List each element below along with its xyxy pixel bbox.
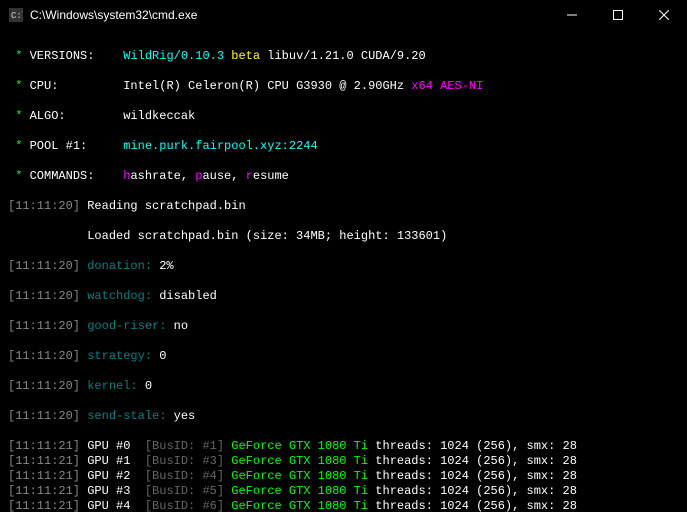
- window-title: C:\Windows\system32\cmd.exe: [30, 8, 549, 22]
- pool-label: POOL #1:: [30, 139, 88, 153]
- algo-label: ALGO:: [30, 109, 66, 123]
- timestamp: [11:11:20]: [8, 199, 80, 213]
- cmd-icon: C:\: [8, 7, 24, 23]
- cpu-value: Intel(R) Celeron(R) CPU G3930 @ 2.90GHz: [123, 79, 404, 93]
- gpu-line: [11:11:21] GPU #0 [BusID: #1] GeForce GT…: [8, 439, 679, 454]
- window-titlebar: C:\ C:\Windows\system32\cmd.exe: [0, 0, 687, 30]
- minimize-button[interactable]: [549, 0, 595, 30]
- versions-rest: libuv/1.21.0 CUDA/9.20: [267, 49, 425, 63]
- commands-label: COMMANDS:: [30, 169, 95, 183]
- gpu-line: [11:11:21] GPU #4 [BusID: #6] GeForce GT…: [8, 499, 679, 512]
- versions-app: WildRig/0.10.3: [123, 49, 224, 63]
- cpu-label: CPU:: [30, 79, 59, 93]
- window-controls: [549, 0, 687, 30]
- gpu-line: [11:11:21] GPU #3 [BusID: #5] GeForce GT…: [8, 484, 679, 499]
- pool-value: mine.purk.fairpool.xyz:2244: [123, 139, 317, 153]
- versions-label: VERSIONS:: [30, 49, 95, 63]
- terminal-output[interactable]: * VERSIONS: WildRig/0.10.3 beta libuv/1.…: [0, 30, 687, 512]
- log-line: Loaded scratchpad.bin (size: 34MB; heigh…: [87, 229, 447, 243]
- gpu-line: [11:11:21] GPU #1 [BusID: #3] GeForce GT…: [8, 454, 679, 469]
- algo-value: wildkeccak: [123, 109, 195, 123]
- svg-text:C:\: C:\: [11, 11, 23, 21]
- close-button[interactable]: [641, 0, 687, 30]
- maximize-button[interactable]: [595, 0, 641, 30]
- versions-beta: beta: [231, 49, 260, 63]
- gpu-line: [11:11:21] GPU #2 [BusID: #4] GeForce GT…: [8, 469, 679, 484]
- cpu-ext: x64 AES-NI: [411, 79, 483, 93]
- log-line: Reading scratchpad.bin: [87, 199, 245, 213]
